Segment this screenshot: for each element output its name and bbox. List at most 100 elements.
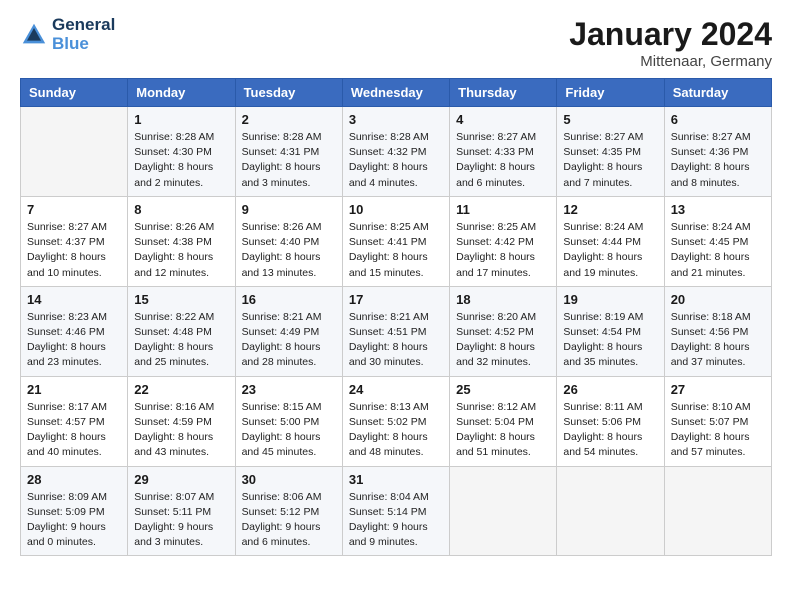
day-number: 30 bbox=[242, 472, 336, 487]
calendar-cell: 10Sunrise: 8:25 AMSunset: 4:41 PMDayligh… bbox=[342, 196, 449, 286]
calendar-cell: 6Sunrise: 8:27 AMSunset: 4:36 PMDaylight… bbox=[664, 107, 771, 197]
day-info: Sunrise: 8:24 AMSunset: 4:45 PMDaylight:… bbox=[671, 220, 765, 281]
day-number: 18 bbox=[456, 292, 550, 307]
calendar-cell: 28 Sunrise: 8:09 AMSunset: 5:09 PMDayligh… bbox=[21, 466, 128, 556]
day-info: Sunrise: 8:04 AMSunset: 5:14 PMDaylight:… bbox=[349, 490, 443, 551]
calendar-cell bbox=[664, 466, 771, 556]
calendar-cell: 14 Sunrise: 8:23 AMSunset: 4:46 PMDayligh… bbox=[21, 286, 128, 376]
day-header-thursday: Thursday bbox=[450, 79, 557, 107]
day-info: Sunrise: 8:26 AMSunset: 4:38 PMDaylight:… bbox=[134, 220, 228, 281]
calendar-cell: 13 Sunrise: 8:24 AMSunset: 4:45 PMDayligh… bbox=[664, 196, 771, 286]
calendar-cell: 3Sunrise: 8:28 AMSunset: 4:32 PMDaylight… bbox=[342, 107, 449, 197]
day-number: 31 bbox=[349, 472, 443, 487]
calendar-cell: 25 Sunrise: 8:12 AMSunset: 5:04 PMDayligh… bbox=[450, 376, 557, 466]
day-number: 3 bbox=[349, 112, 443, 127]
calendar-cell: 8 Sunrise: 8:26 AMSunset: 4:38 PMDaylight… bbox=[128, 196, 235, 286]
day-number: 14 bbox=[27, 292, 121, 307]
calendar-cell: 7Sunrise: 8:27 AMSunset: 4:37 PMDaylight… bbox=[21, 196, 128, 286]
day-number: 2 bbox=[242, 112, 336, 127]
day-header-sunday: Sunday bbox=[21, 79, 128, 107]
day-info: Sunrise: 8:23 AMSunset: 4:46 PMDaylight:… bbox=[27, 310, 121, 371]
day-info: Sunrise: 8:09 AMSunset: 5:09 PMDaylight:… bbox=[27, 490, 121, 551]
calendar-cell: 17 Sunrise: 8:21 AMSunset: 4:51 PMDayligh… bbox=[342, 286, 449, 376]
day-info: Sunrise: 8:15 AMSunset: 5:00 PMDaylight:… bbox=[242, 400, 336, 461]
day-info: Sunrise: 8:19 AMSunset: 4:54 PMDaylight:… bbox=[563, 310, 657, 371]
calendar-cell: 1 Sunrise: 8:28 AMSunset: 4:30 PMDaylight… bbox=[128, 107, 235, 197]
day-info: Sunrise: 8:12 AMSunset: 5:04 PMDaylight:… bbox=[456, 400, 550, 461]
day-number: 25 bbox=[456, 382, 550, 397]
day-info: Sunrise: 8:20 AMSunset: 4:52 PMDaylight:… bbox=[456, 310, 550, 371]
day-info: Sunrise: 8:22 AMSunset: 4:48 PMDaylight:… bbox=[134, 310, 228, 371]
day-number: 16 bbox=[242, 292, 336, 307]
calendar-cell bbox=[557, 466, 664, 556]
day-number: 17 bbox=[349, 292, 443, 307]
logo-icon bbox=[20, 21, 48, 49]
day-info: Sunrise: 8:17 AMSunset: 4:57 PMDaylight:… bbox=[27, 400, 121, 461]
day-number: 15 bbox=[134, 292, 228, 307]
day-info: Sunrise: 8:28 AMSunset: 4:30 PMDaylight:… bbox=[134, 130, 228, 191]
day-number: 24 bbox=[349, 382, 443, 397]
calendar-week-row: 1 Sunrise: 8:28 AMSunset: 4:30 PMDaylight… bbox=[21, 107, 772, 197]
day-info: Sunrise: 8:06 AMSunset: 5:12 PMDaylight:… bbox=[242, 490, 336, 551]
calendar-week-row: 14 Sunrise: 8:23 AMSunset: 4:46 PMDayligh… bbox=[21, 286, 772, 376]
calendar-week-row: 7Sunrise: 8:27 AMSunset: 4:37 PMDaylight… bbox=[21, 196, 772, 286]
calendar-cell: 24 Sunrise: 8:13 AMSunset: 5:02 PMDayligh… bbox=[342, 376, 449, 466]
day-number: 13 bbox=[671, 202, 765, 217]
day-info: Sunrise: 8:21 AMSunset: 4:51 PMDaylight:… bbox=[349, 310, 443, 371]
calendar-cell: 2 Sunrise: 8:28 AMSunset: 4:31 PMDaylight… bbox=[235, 107, 342, 197]
day-info: Sunrise: 8:16 AMSunset: 4:59 PMDaylight:… bbox=[134, 400, 228, 461]
day-info: Sunrise: 8:13 AMSunset: 5:02 PMDaylight:… bbox=[349, 400, 443, 461]
logo: General Blue bbox=[20, 16, 115, 53]
day-info: Sunrise: 8:28 AMSunset: 4:31 PMDaylight:… bbox=[242, 130, 336, 191]
calendar-week-row: 28 Sunrise: 8:09 AMSunset: 5:09 PMDayligh… bbox=[21, 466, 772, 556]
day-number: 9 bbox=[242, 202, 336, 217]
day-number: 29 bbox=[134, 472, 228, 487]
title-block: January 2024 Mittenaar, Germany bbox=[569, 16, 772, 70]
day-number: 23 bbox=[242, 382, 336, 397]
day-info: Sunrise: 8:27 AMSunset: 4:33 PMDaylight:… bbox=[456, 130, 550, 191]
day-number: 21 bbox=[27, 382, 121, 397]
calendar-cell: 22Sunrise: 8:16 AMSunset: 4:59 PMDayligh… bbox=[128, 376, 235, 466]
calendar-cell: 9 Sunrise: 8:26 AMSunset: 4:40 PMDaylight… bbox=[235, 196, 342, 286]
calendar-cell: 31 Sunrise: 8:04 AMSunset: 5:14 PMDayligh… bbox=[342, 466, 449, 556]
calendar-cell: 27Sunrise: 8:10 AMSunset: 5:07 PMDayligh… bbox=[664, 376, 771, 466]
calendar-cell: 4 Sunrise: 8:27 AMSunset: 4:33 PMDaylight… bbox=[450, 107, 557, 197]
calendar-cell: 23 Sunrise: 8:15 AMSunset: 5:00 PMDayligh… bbox=[235, 376, 342, 466]
calendar-week-row: 21 Sunrise: 8:17 AMSunset: 4:57 PMDayligh… bbox=[21, 376, 772, 466]
day-header-monday: Monday bbox=[128, 79, 235, 107]
day-info: Sunrise: 8:26 AMSunset: 4:40 PMDaylight:… bbox=[242, 220, 336, 281]
day-header-friday: Friday bbox=[557, 79, 664, 107]
calendar-cell: 12Sunrise: 8:24 AMSunset: 4:44 PMDayligh… bbox=[557, 196, 664, 286]
day-number: 28 bbox=[27, 472, 121, 487]
day-number: 27 bbox=[671, 382, 765, 397]
day-info: Sunrise: 8:25 AMSunset: 4:42 PMDaylight:… bbox=[456, 220, 550, 281]
day-info: Sunrise: 8:27 AMSunset: 4:35 PMDaylight:… bbox=[563, 130, 657, 191]
calendar-table: SundayMondayTuesdayWednesdayThursdayFrid… bbox=[20, 78, 772, 556]
day-number: 10 bbox=[349, 202, 443, 217]
day-number: 19 bbox=[563, 292, 657, 307]
day-number: 5 bbox=[563, 112, 657, 127]
day-number: 8 bbox=[134, 202, 228, 217]
day-info: Sunrise: 8:18 AMSunset: 4:56 PMDaylight:… bbox=[671, 310, 765, 371]
day-number: 4 bbox=[456, 112, 550, 127]
day-info: Sunrise: 8:24 AMSunset: 4:44 PMDaylight:… bbox=[563, 220, 657, 281]
calendar-cell: 11Sunrise: 8:25 AMSunset: 4:42 PMDayligh… bbox=[450, 196, 557, 286]
day-info: Sunrise: 8:27 AMSunset: 4:36 PMDaylight:… bbox=[671, 130, 765, 191]
month-title: January 2024 bbox=[569, 16, 772, 53]
day-number: 1 bbox=[134, 112, 228, 127]
day-number: 26 bbox=[563, 382, 657, 397]
calendar-cell: 26Sunrise: 8:11 AMSunset: 5:06 PMDayligh… bbox=[557, 376, 664, 466]
calendar-cell: 30 Sunrise: 8:06 AMSunset: 5:12 PMDayligh… bbox=[235, 466, 342, 556]
calendar-cell bbox=[21, 107, 128, 197]
day-info: Sunrise: 8:07 AMSunset: 5:11 PMDaylight:… bbox=[134, 490, 228, 551]
calendar-cell: 20 Sunrise: 8:18 AMSunset: 4:56 PMDayligh… bbox=[664, 286, 771, 376]
logo-text: General Blue bbox=[52, 16, 115, 53]
day-info: Sunrise: 8:21 AMSunset: 4:49 PMDaylight:… bbox=[242, 310, 336, 371]
calendar-cell: 21 Sunrise: 8:17 AMSunset: 4:57 PMDayligh… bbox=[21, 376, 128, 466]
day-number: 20 bbox=[671, 292, 765, 307]
calendar-cell bbox=[450, 466, 557, 556]
location: Mittenaar, Germany bbox=[569, 53, 772, 70]
calendar-cell: 5 Sunrise: 8:27 AMSunset: 4:35 PMDaylight… bbox=[557, 107, 664, 197]
day-header-wednesday: Wednesday bbox=[342, 79, 449, 107]
calendar-body: 1 Sunrise: 8:28 AMSunset: 4:30 PMDaylight… bbox=[21, 107, 772, 556]
